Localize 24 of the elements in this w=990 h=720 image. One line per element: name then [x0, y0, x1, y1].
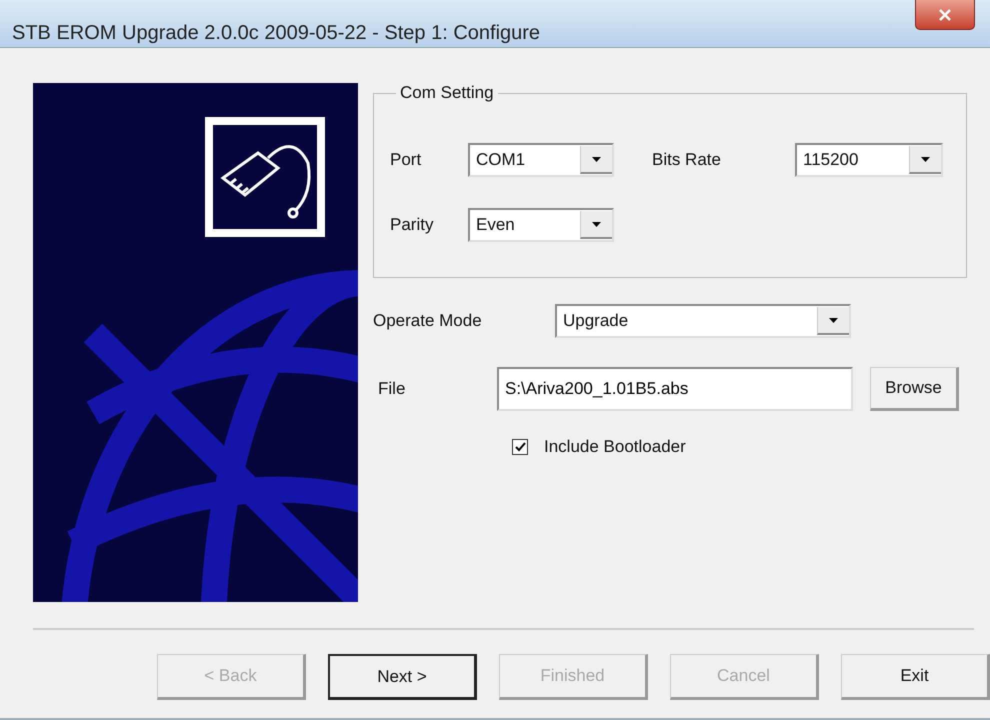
window-title: STB EROM Upgrade 2.0.0c 2009-05-22 - Step 1: Configure: [12, 22, 540, 45]
operate-mode-dropdown[interactable]: Upgrade: [555, 304, 851, 338]
group-title: Com Setting: [399, 83, 495, 103]
field-label: File: [377, 379, 406, 399]
wizard-button[interactable]: Exit: [841, 654, 990, 700]
port-dropdown[interactable]: COM1: [468, 143, 614, 177]
checkmark-icon: [514, 442, 526, 452]
checkbox-label: Include Bootloader: [544, 437, 686, 457]
field-label: Parity: [390, 215, 434, 235]
checkbox[interactable]: [512, 439, 528, 455]
bits-rate-dropdown[interactable]: 115200: [795, 143, 943, 177]
close-icon: [938, 8, 952, 20]
field-label: Bits Rate: [652, 150, 722, 170]
parity-dropdown[interactable]: Even: [468, 208, 614, 242]
wizard-button[interactable]: Next >: [328, 654, 477, 700]
caret-icon: [921, 156, 930, 162]
caret-icon: [592, 222, 601, 226]
caret-icon: [829, 318, 838, 322]
file-path-field[interactable]: S:\Ariva200_1.01B5.abs: [497, 367, 853, 411]
field-label: Port: [390, 150, 422, 170]
field-label: Operate Mode: [373, 311, 483, 331]
close-button[interactable]: [915, 0, 975, 30]
caret-icon: [592, 156, 601, 162]
browse-button[interactable]: Browse: [870, 367, 959, 411]
